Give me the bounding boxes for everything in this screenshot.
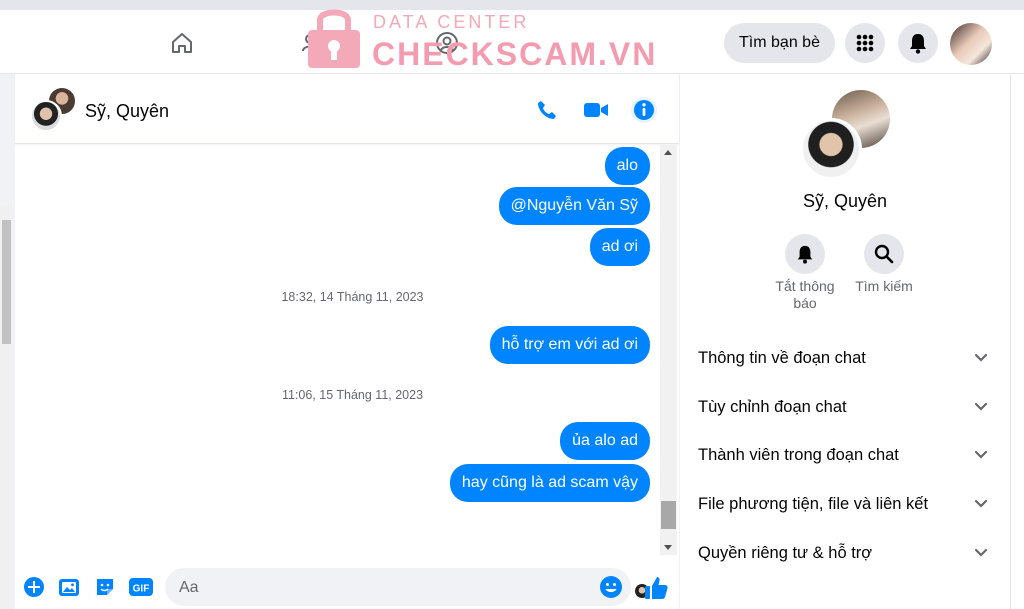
friends-icon[interactable] [297,28,331,58]
message-bubble[interactable]: hỗ trợ em với ad ơi [489,326,650,364]
conversation-info-panel: Sỹ, Quyên Tắt thông báo Tìm kiếm Thông t… [680,74,1010,609]
apps-grid-icon[interactable] [845,23,885,63]
media-files-links-section[interactable]: File phương tiện, file và liên kết [698,484,988,524]
search-icon[interactable] [864,234,904,274]
message-placeholder: Aa [179,579,199,596]
chevron-down-icon [974,353,988,362]
account-avatar[interactable] [950,23,992,65]
page-scrollbar[interactable] [0,206,12,609]
chevron-down-icon [974,450,988,459]
sticker-icon[interactable] [93,575,117,599]
message-bubble[interactable]: @Nguyễn Văn Sỹ [498,187,650,225]
chevron-down-icon [974,548,988,557]
chat-scrollbar[interactable] [660,145,677,555]
chat-info-section[interactable]: Thông tin về đoạn chat [698,338,988,378]
top-navigation-bar: DATA CENTER CHECKSCAM.VN Tìm bạn bè [0,0,1024,74]
message-bubble[interactable]: ad ơi [589,228,650,266]
bell-icon[interactable] [898,23,938,63]
photo-icon[interactable] [57,575,81,599]
find-friends-button[interactable]: Tìm bạn bè [724,23,835,63]
mute-notifications-label: Tắt thông báo [775,278,835,311]
emoji-icon[interactable] [599,575,623,599]
section-label: Quyền riêng tư & hỗ trợ [698,543,873,562]
watermark-line2: CHECKSCAM.VN [372,36,658,72]
page-scrollbar-thumb[interactable] [2,220,11,344]
watermark: DATA CENTER CHECKSCAM.VN [306,9,655,74]
conversation-name: Sỹ, Quyên [802,191,888,211]
gif-label: GIF [133,584,150,595]
customize-chat-section[interactable]: Tùy chỉnh đoạn chat [698,387,988,427]
member-avatar [800,118,862,180]
chevron-down-icon [974,402,988,411]
message-composer: GIF Aa [15,565,679,609]
info-icon[interactable] [630,96,658,124]
chevron-down-icon [974,499,988,508]
gif-icon[interactable]: GIF [128,575,154,599]
message-bubble[interactable]: ủa alo ad [560,422,650,460]
search-label: Tìm kiếm [855,278,913,294]
home-icon[interactable] [165,28,199,58]
message-bubble[interactable]: alo [604,147,650,185]
section-label: Thành viên trong đoạn chat [698,445,899,464]
like-icon[interactable] [643,575,669,601]
video-call-icon[interactable] [582,96,610,124]
message-input[interactable]: Aa [165,568,631,606]
phone-call-icon[interactable] [533,96,561,124]
message-timestamp: 18:32, 14 Tháng 11, 2023 [281,290,424,304]
profile-icon[interactable] [430,28,464,58]
chat-scrollbar-thumb[interactable] [661,501,676,529]
plus-icon[interactable] [22,575,46,599]
message-list: alo @Nguyễn Văn Sỹ ad ơi 18:32, 14 Tháng… [15,145,660,598]
section-label: File phương tiện, file và liên kết [698,494,929,513]
message-timestamp: 11:06, 15 Tháng 11, 2023 [281,388,424,402]
bell-icon[interactable] [785,234,825,274]
member-avatar [30,100,62,132]
search-in-conversation-action[interactable]: Tìm kiếm [844,234,924,295]
privacy-support-section[interactable]: Quyền riêng tư & hỗ trợ [698,533,988,573]
message-bubble[interactable]: hay cũng là ad scam vậy [449,464,650,502]
mute-notifications-action[interactable]: Tắt thông báo [765,234,845,312]
section-label: Tùy chỉnh đoạn chat [698,397,847,416]
chat-panel: Sỹ, Quyên alo @Nguyễn Văn Sỹ ad ơi 18:32… [15,74,679,609]
scroll-down-icon[interactable] [664,545,672,550]
chat-title[interactable]: Sỹ, Quyên [85,101,169,122]
chat-members-section[interactable]: Thành viên trong đoạn chat [698,435,988,475]
scroll-up-icon[interactable] [664,150,672,155]
section-label: Thông tin về đoạn chat [698,348,866,367]
chat-header: Sỹ, Quyên [15,74,679,144]
info-panel-scrollbar[interactable] [1010,74,1024,609]
